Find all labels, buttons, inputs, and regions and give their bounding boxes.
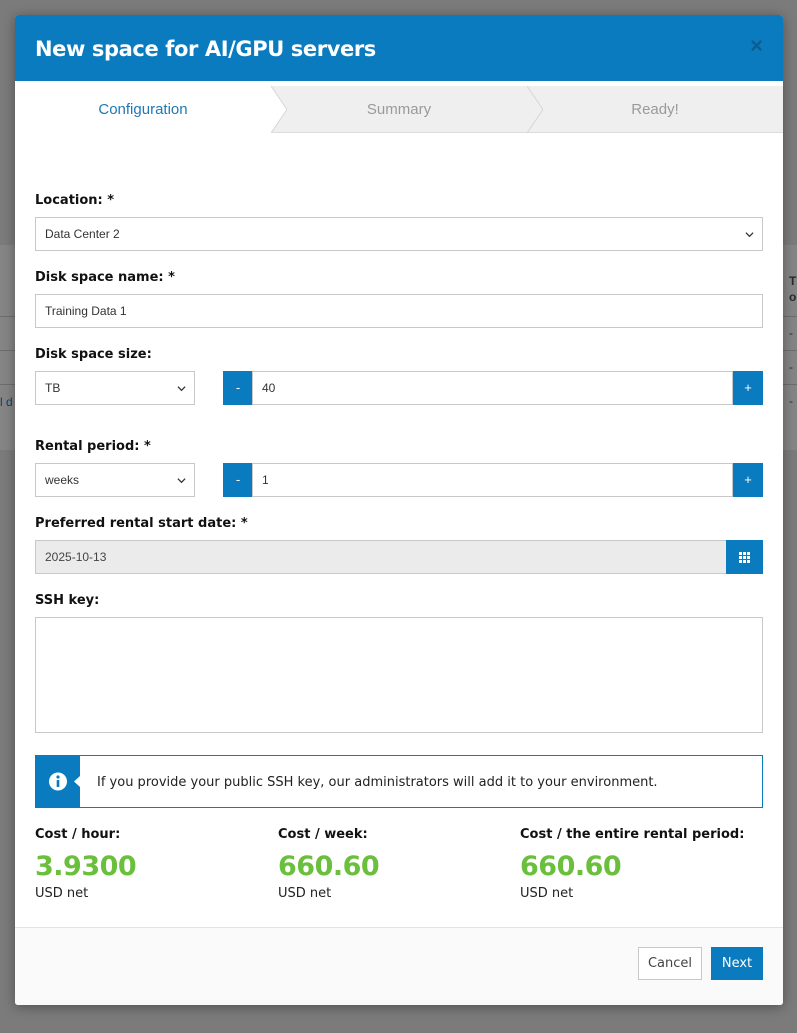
- step-separator-icon: [271, 86, 287, 133]
- calendar-button[interactable]: [726, 540, 763, 574]
- rental-period-unit-select[interactable]: weeks: [35, 463, 195, 497]
- disk-size-unit-select[interactable]: TB: [35, 371, 195, 405]
- start-date-input[interactable]: 2025-10-13: [35, 540, 727, 574]
- step-separator-icon: [527, 86, 543, 133]
- chevron-down-icon: [177, 478, 186, 484]
- start-date-label: Preferred rental start date: *: [35, 516, 248, 531]
- cancel-button[interactable]: Cancel: [638, 947, 702, 980]
- background-link: l d: [0, 395, 13, 409]
- disk-space-name-value: Training Data 1: [45, 304, 127, 318]
- disk-space-name-label: Disk space name: *: [35, 270, 175, 285]
- cost-total-unit: USD net: [520, 886, 574, 901]
- disk-size-quantity-value: 40: [262, 381, 276, 395]
- background-column-header: T o: [789, 274, 797, 304]
- cost-week-label: Cost / week:: [278, 827, 368, 842]
- modal-header: New space for AI/GPU servers ×: [15, 15, 783, 81]
- step-summary[interactable]: Summary: [271, 86, 527, 133]
- cost-hour-value: 3.9300: [35, 851, 137, 882]
- start-date-value: 2025-10-13: [45, 550, 107, 564]
- wizard-steps: Configuration Summary Ready!: [15, 86, 783, 133]
- background-cell: -: [789, 394, 793, 408]
- info-icon: [49, 772, 80, 791]
- cost-hour-unit: USD net: [35, 886, 89, 901]
- step-configuration[interactable]: Configuration: [15, 86, 271, 133]
- disk-size-increment-button[interactable]: +: [733, 371, 763, 405]
- modal-footer: Cancel Next: [15, 928, 783, 1005]
- rental-period-unit-value: weeks: [45, 473, 80, 487]
- ssh-key-label: SSH key:: [35, 593, 100, 608]
- close-icon[interactable]: ×: [750, 35, 763, 57]
- rental-period-quantity-input[interactable]: 1: [252, 463, 733, 497]
- disk-size-unit-value: TB: [45, 381, 61, 395]
- ssh-key-textarea[interactable]: [35, 617, 763, 733]
- modal-title: New space for AI/GPU servers: [35, 37, 376, 61]
- rental-period-quantity-value: 1: [262, 473, 269, 487]
- cost-total-label: Cost / the entire rental period:: [520, 827, 745, 842]
- next-button[interactable]: Next: [711, 947, 763, 980]
- info-icon-panel: [36, 756, 80, 807]
- rental-period-increment-button[interactable]: +: [733, 463, 763, 497]
- background-cell: -: [789, 360, 793, 374]
- cost-week-value: 660.60: [278, 851, 380, 882]
- new-space-modal: New space for AI/GPU servers × Configura…: [15, 15, 783, 1005]
- step-ready[interactable]: Ready!: [527, 86, 783, 133]
- disk-size-decrement-button[interactable]: -: [223, 371, 253, 405]
- location-label: Location: *: [35, 193, 115, 208]
- chevron-down-icon: [745, 232, 754, 238]
- chevron-down-icon: [177, 386, 186, 392]
- disk-size-quantity-input[interactable]: 40: [252, 371, 733, 405]
- cost-total-value: 660.60: [520, 851, 622, 882]
- rental-period-decrement-button[interactable]: -: [223, 463, 253, 497]
- ssh-info-text: If you provide your public SSH key, our …: [97, 775, 658, 790]
- cost-hour-label: Cost / hour:: [35, 827, 121, 842]
- cost-week-unit: USD net: [278, 886, 332, 901]
- location-value: Data Center 2: [45, 227, 120, 241]
- ssh-info-box: If you provide your public SSH key, our …: [35, 755, 763, 808]
- disk-space-size-label: Disk space size:: [35, 347, 152, 362]
- location-select[interactable]: Data Center 2: [35, 217, 763, 251]
- rental-period-label: Rental period: *: [35, 439, 151, 454]
- calendar-grid-icon: [739, 552, 750, 563]
- background-cell: -: [789, 326, 793, 340]
- disk-space-name-input[interactable]: Training Data 1: [35, 294, 763, 328]
